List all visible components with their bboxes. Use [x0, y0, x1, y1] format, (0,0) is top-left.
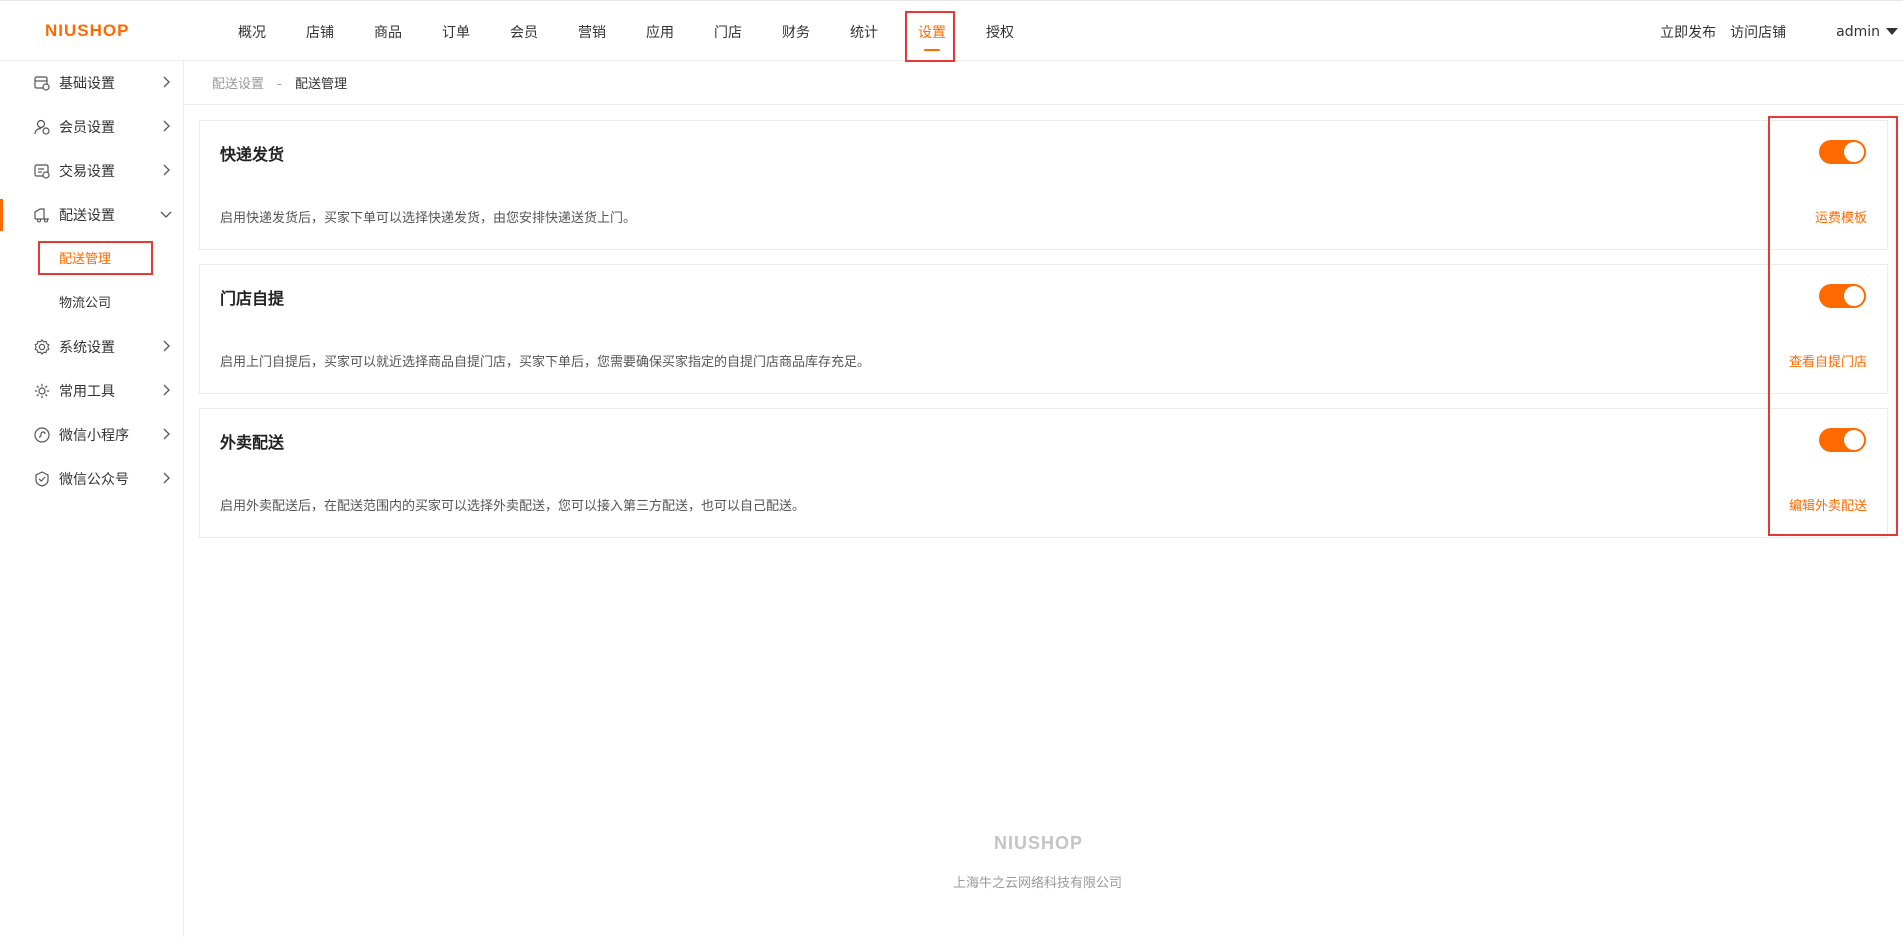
publish-link[interactable]: 立即发布 [1660, 22, 1716, 42]
sidebar-item-label: 配送设置 [59, 208, 115, 224]
user-name: admin [1836, 23, 1880, 40]
sidebar-item-label: 交易设置 [59, 164, 115, 180]
card-title: 外卖配送 [220, 433, 285, 452]
nav-overview[interactable]: 概况 [218, 1, 286, 62]
nav-orders[interactable]: 订单 [422, 1, 490, 62]
nav-stores[interactable]: 门店 [694, 1, 762, 62]
sidebar-item-label: 基础设置 [59, 76, 115, 92]
breadcrumb-current: 配送管理 [295, 77, 348, 92]
chevron-right-icon [163, 472, 170, 484]
sub-item-logistics-company[interactable]: 物流公司 [59, 292, 111, 311]
nav-marketing[interactable]: 营销 [558, 1, 626, 62]
logo[interactable]: NIUSHOP [45, 21, 129, 41]
store-pickup-card: 门店自提 启用上门自提后，买家可以就近选择商品自提门店，买家下单后，您需要确保买… [199, 264, 1888, 394]
nav-finance[interactable]: 财务 [762, 1, 830, 62]
trade-settings-icon [34, 164, 50, 179]
nav-members[interactable]: 会员 [490, 1, 558, 62]
breadcrumb-parent[interactable]: 配送设置 [212, 77, 264, 92]
sidebar-item-member-settings[interactable]: 会员设置 [0, 105, 183, 149]
card-description: 启用上门自提后，买家可以就近选择商品自提门店，买家下单后，您需要确保买家指定的自… [220, 355, 871, 370]
delivery-truck-icon [34, 208, 49, 223]
user-menu[interactable]: admin [1836, 24, 1898, 40]
mini-program-icon [34, 427, 50, 443]
footer-logo: NIUSHOP [994, 833, 1084, 853]
nav-goods[interactable]: 商品 [354, 1, 422, 62]
sidebar-item-label: 会员设置 [59, 120, 115, 136]
chevron-right-icon [163, 164, 170, 176]
highlight-box-actions [1768, 116, 1898, 536]
wechat-official-icon [35, 471, 49, 487]
divider [184, 104, 1903, 105]
sidebar-item-system-settings[interactable]: 系统设置 [0, 325, 183, 369]
member-settings-icon [34, 119, 50, 135]
highlight-box-nav [905, 11, 955, 62]
top-bar: NIUSHOP 概况 店铺 商品 订单 会员 营销 应用 门店 财务 统计 设置… [0, 0, 1903, 62]
chevron-right-icon [163, 384, 170, 396]
breadcrumb: 配送设置 - 配送管理 [212, 73, 347, 92]
top-right-actions: 立即发布 访问店铺 admin [1646, 1, 1903, 62]
nav-settings[interactable]: 设置 [898, 1, 966, 62]
card-title: 快递发货 [220, 145, 285, 164]
highlight-box-sub [38, 241, 153, 275]
footer-company: 上海牛之云网络科技有限公司 [953, 876, 1123, 891]
chevron-right-icon [163, 428, 170, 440]
nav-store[interactable]: 店铺 [286, 1, 354, 62]
sidebar-item-official-account[interactable]: 微信公众号 [0, 457, 183, 501]
gear-icon [34, 339, 50, 355]
chevron-down-icon [160, 211, 172, 218]
sidebar-item-label: 微信小程序 [59, 428, 129, 444]
card-description: 启用外卖配送后，在配送范围内的买家可以选择外卖配送，您可以接入第三方配送，也可以… [220, 499, 806, 514]
sidebar-item-common-tools[interactable]: 常用工具 [0, 369, 183, 413]
card-description: 启用快递发货后，买家下单可以选择快递发货，由您安排快递送货上门。 [220, 211, 637, 226]
sidebar-item-mini-program[interactable]: 微信小程序 [0, 413, 183, 457]
card-title: 门店自提 [220, 289, 285, 308]
chevron-right-icon [163, 120, 170, 132]
sidebar-item-basic-settings[interactable]: 基础设置 [0, 61, 183, 105]
sidebar-item-label: 常用工具 [59, 384, 115, 400]
nav-apps[interactable]: 应用 [626, 1, 694, 62]
breadcrumb-separator: - [277, 77, 282, 92]
visit-store-link[interactable]: 访问店铺 [1730, 22, 1786, 42]
store-settings-icon [34, 76, 50, 91]
caret-down-icon [1886, 28, 1898, 35]
sidebar-item-label: 微信公众号 [59, 472, 129, 488]
main-nav: 概况 店铺 商品 订单 会员 营销 应用 门店 财务 统计 设置 授权 [218, 1, 1034, 62]
local-delivery-card: 外卖配送 启用外卖配送后，在配送范围内的买家可以选择外卖配送，您可以接入第三方配… [199, 408, 1888, 538]
nav-authorization[interactable]: 授权 [966, 1, 1034, 62]
sidebar-item-delivery-settings[interactable]: 配送设置 [0, 193, 183, 237]
sidebar-item-trade-settings[interactable]: 交易设置 [0, 149, 183, 193]
tools-icon [34, 383, 50, 399]
sidebar-item-label: 系统设置 [59, 340, 115, 356]
express-delivery-card: 快递发货 启用快递发货后，买家下单可以选择快递发货，由您安排快递送货上门。 运费… [199, 120, 1888, 250]
sidebar: 基础设置 会员设置 交易设置 配送设置 配送管理 物流公司 系统设置 常用工具 … [0, 61, 184, 937]
chevron-right-icon [163, 340, 170, 352]
chevron-right-icon [163, 76, 170, 88]
nav-statistics[interactable]: 统计 [830, 1, 898, 62]
